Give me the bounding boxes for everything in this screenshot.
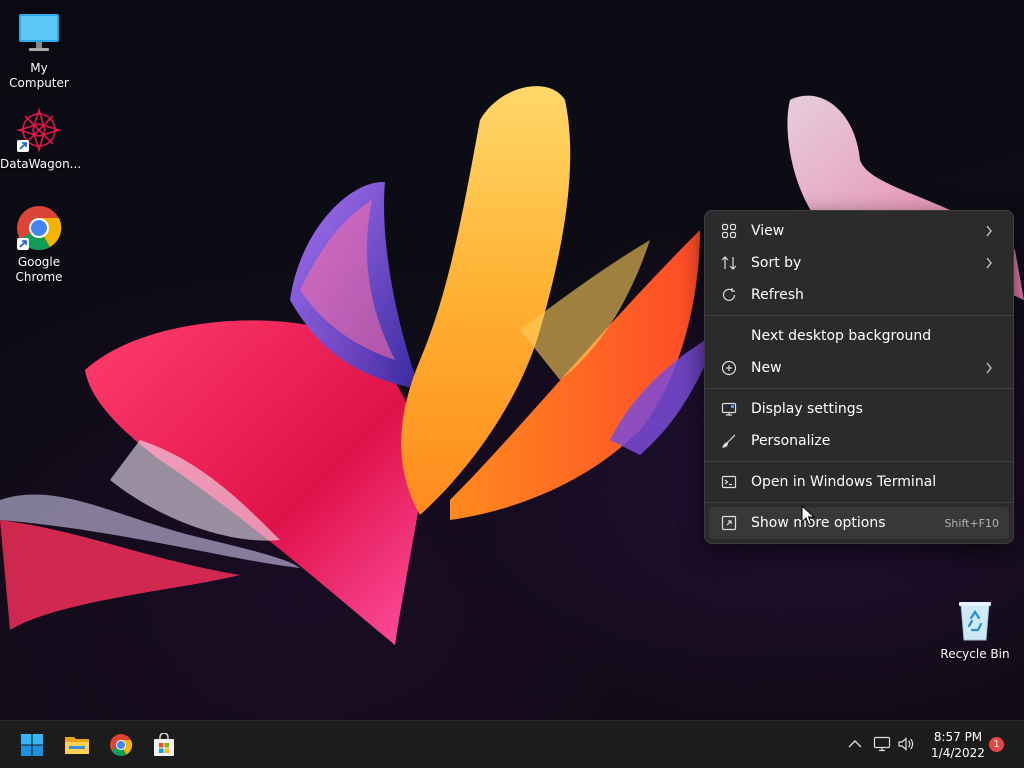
menu-item-shortcut: Shift+F10 [944, 516, 999, 530]
menu-item-label: Sort by [751, 255, 802, 271]
menu-item-label: New [751, 360, 782, 376]
desktop-icon-label: My Computer [9, 61, 69, 90]
desktop[interactable]: My Computer DataWagon... Google Chrome R… [0, 0, 1024, 720]
display-icon [721, 401, 737, 417]
menu-separator [705, 388, 1013, 389]
menu-item-new[interactable]: New [709, 352, 1009, 384]
desktop-icon-my-computer[interactable]: My Computer [0, 10, 78, 91]
monitor-icon [15, 10, 63, 58]
taskbar: 8:57 PM 1/4/2022 [0, 720, 1024, 768]
show-hidden-icons-chevron-up-icon[interactable] [846, 735, 864, 753]
microsoft-store-button[interactable] [146, 727, 182, 763]
menu-item-label: Open in Windows Terminal [751, 474, 937, 490]
taskbar-clock[interactable]: 8:57 PM 1/4/2022 [922, 729, 994, 761]
menu-item-open-in-windows-terminal[interactable]: Open in Windows Terminal [709, 466, 1009, 498]
mouse-cursor-icon [801, 505, 815, 526]
menu-item-label: Show more options [751, 515, 886, 531]
recycle-bin-icon [951, 596, 999, 644]
chrome-icon [15, 204, 63, 252]
network-icon[interactable] [873, 735, 891, 753]
plus-circle-icon [721, 360, 737, 376]
folder-icon [65, 737, 89, 754]
windows-start-icon [21, 734, 43, 756]
menu-item-view[interactable]: View [709, 215, 1009, 247]
chevron-right-icon [981, 362, 997, 374]
shortcut-arrow-icon [17, 238, 29, 250]
sort-arrows-icon [721, 255, 737, 271]
desktop-icon-label: Google Chrome [15, 255, 63, 284]
start-button[interactable] [14, 727, 50, 763]
menu-separator [705, 315, 1013, 316]
datawagon-logo-icon [15, 106, 63, 154]
menu-item-sort-by[interactable]: Sort by [709, 247, 1009, 279]
menu-item-personalize[interactable]: Personalize [709, 425, 1009, 457]
grid-icon [721, 223, 737, 239]
expand-icon [721, 515, 737, 531]
chrome-taskbar-button[interactable] [103, 727, 139, 763]
clock-time: 8:57 PM [933, 730, 983, 744]
menu-item-label: View [751, 223, 785, 239]
desktop-icon-datawagon[interactable]: DataWagon... [0, 106, 82, 172]
refresh-icon [721, 287, 737, 303]
menu-separator [705, 461, 1013, 462]
menu-item-refresh[interactable]: Refresh [709, 279, 1009, 311]
menu-item-next-desktop-background[interactable]: Next desktop background [709, 320, 1009, 352]
chevron-right-icon [981, 257, 997, 269]
chrome-icon [110, 734, 133, 756]
menu-item-label: Display settings [751, 401, 863, 417]
desktop-icon-label: DataWagon... [0, 157, 82, 171]
file-explorer-button[interactable] [59, 727, 95, 763]
menu-item-display-settings[interactable]: Display settings [709, 393, 1009, 425]
terminal-icon [721, 474, 737, 490]
menu-item-label: Personalize [751, 433, 831, 449]
desktop-context-menu: View Sort by Refresh Next desktop backgr… [704, 210, 1014, 544]
chevron-right-icon [981, 225, 997, 237]
store-icon [154, 733, 174, 756]
desktop-icon-label: Recycle Bin [940, 647, 1010, 661]
volume-icon[interactable] [897, 735, 915, 753]
desktop-icon-google-chrome[interactable]: Google Chrome [0, 204, 78, 285]
menu-separator [705, 502, 1013, 503]
brush-icon [721, 433, 737, 449]
clock-date: 1/4/2022 [931, 746, 985, 760]
menu-item-show-more-options[interactable]: Show more options Shift+F10 [709, 507, 1009, 539]
menu-item-label: Refresh [751, 287, 804, 303]
notification-badge[interactable]: 1 [989, 737, 1004, 752]
menu-item-label: Next desktop background [751, 328, 932, 344]
shortcut-arrow-icon [17, 140, 29, 152]
desktop-icon-recycle-bin[interactable]: Recycle Bin [936, 596, 1014, 662]
